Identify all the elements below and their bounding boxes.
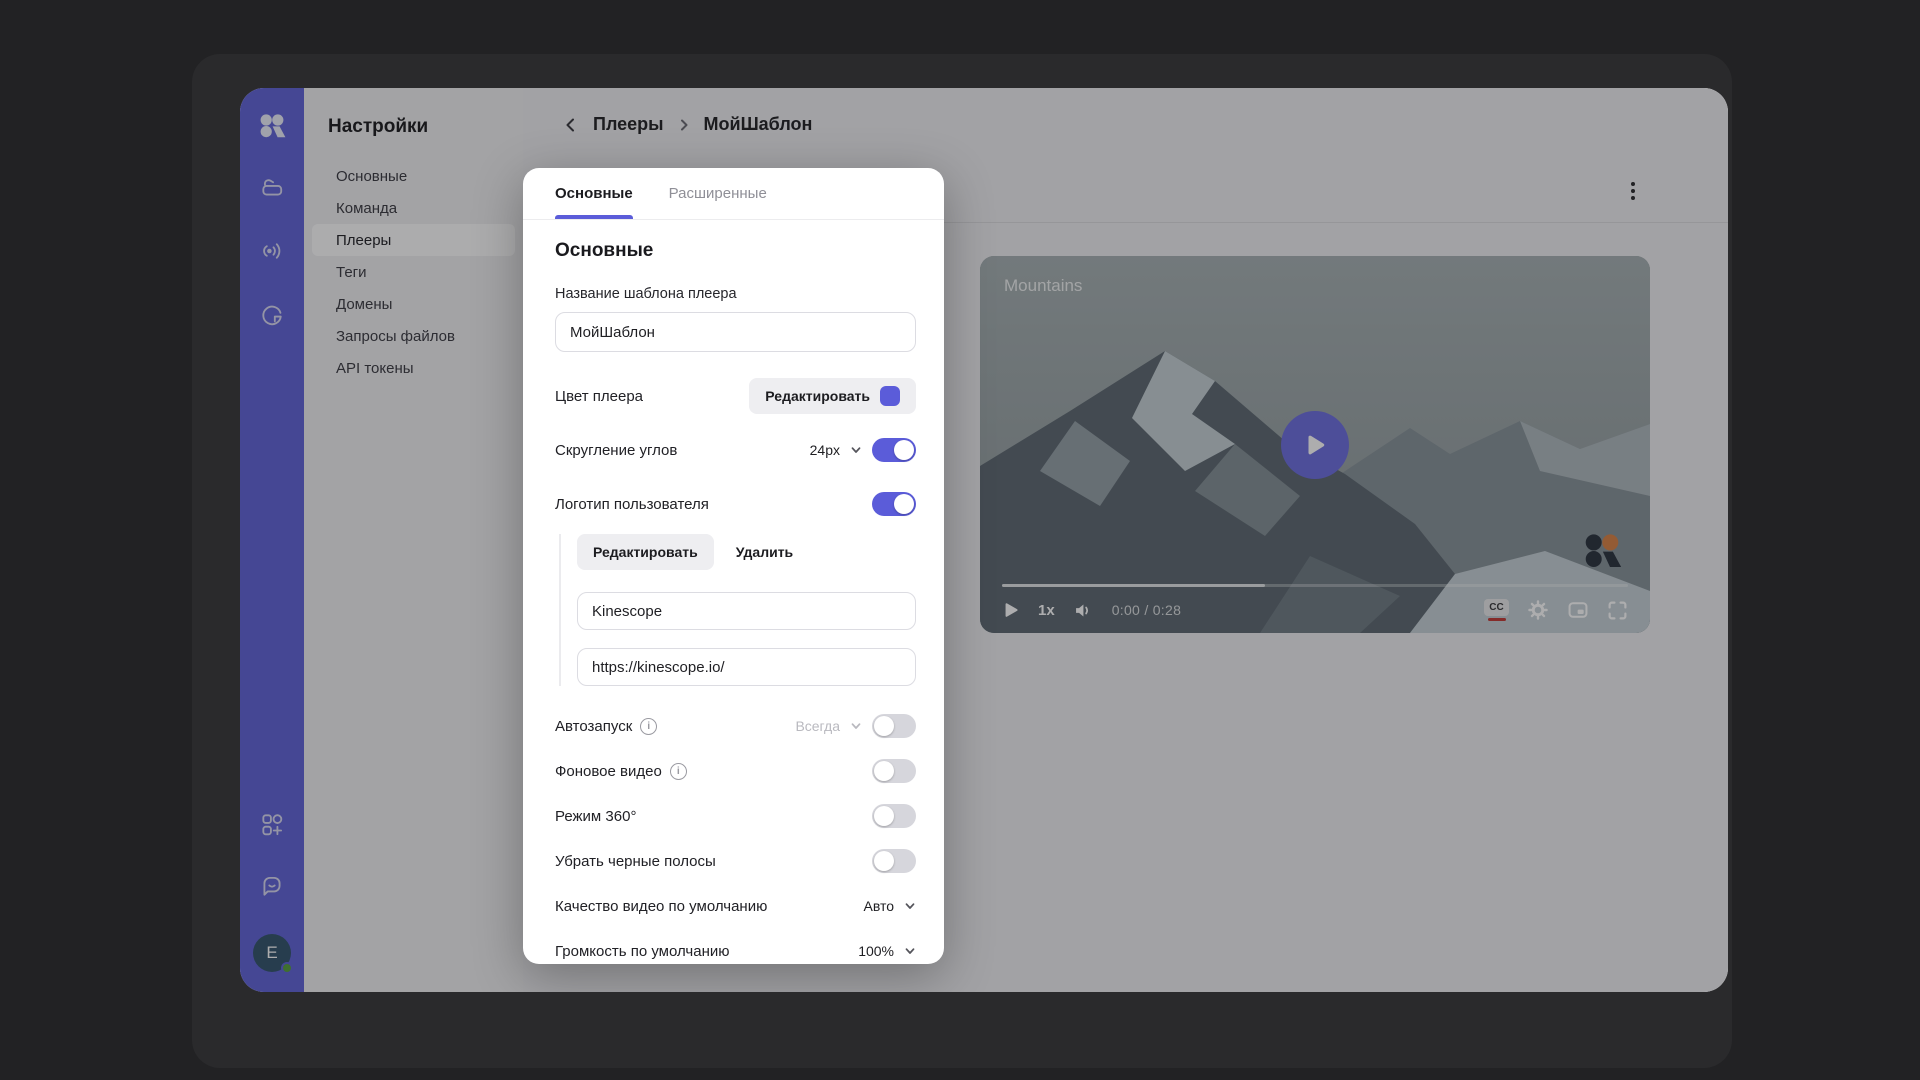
mode-360-row: Режим 360° xyxy=(555,802,916,830)
tab-osnovnye[interactable]: Основные xyxy=(555,168,633,219)
autoplay-value: Всегда xyxy=(795,718,840,734)
logo-url-input[interactable] xyxy=(577,648,916,686)
info-icon[interactable]: i xyxy=(670,763,687,780)
modal-backdrop[interactable] xyxy=(240,88,1728,992)
default-quality-label: Качество видео по умолчанию xyxy=(555,898,767,915)
remove-black-bars-toggle[interactable] xyxy=(872,849,916,873)
chevron-down-icon xyxy=(850,720,862,732)
mode-360-label: Режим 360° xyxy=(555,808,636,825)
tab-rasshirennye[interactable]: Расширенные xyxy=(669,168,767,219)
section-title: Основные xyxy=(555,240,916,262)
default-volume-dropdown[interactable]: 100% xyxy=(858,943,916,959)
info-icon[interactable]: i xyxy=(640,718,657,735)
player-color-label: Цвет плеера xyxy=(555,388,643,405)
background-video-row: Фоновое видео i xyxy=(555,757,916,785)
logo-name-input[interactable] xyxy=(577,592,916,630)
user-logo-settings: Редактировать Удалить xyxy=(559,534,916,686)
default-quality-value: Авто xyxy=(863,898,894,914)
corner-radius-label: Скругление углов xyxy=(555,442,677,459)
color-swatch[interactable] xyxy=(880,386,900,406)
logo-delete-button[interactable]: Удалить xyxy=(720,534,809,570)
user-logo-toggle[interactable] xyxy=(872,492,916,516)
mode-360-toggle[interactable] xyxy=(872,804,916,828)
user-logo-label: Логотип пользователя xyxy=(555,496,709,513)
app-window: E Настройки Основные Команда Плееры Теги… xyxy=(240,88,1728,992)
autoplay-toggle[interactable] xyxy=(872,714,916,738)
logo-edit-button[interactable]: Редактировать xyxy=(577,534,714,570)
remove-black-bars-row: Убрать черные полосы xyxy=(555,847,916,875)
corner-radius-toggle[interactable] xyxy=(872,438,916,462)
player-color-row: Цвет плеера Редактировать xyxy=(555,378,916,414)
background-video-label: Фоновое видео xyxy=(555,763,662,780)
edit-color-button[interactable]: Редактировать xyxy=(749,378,916,414)
default-volume-value: 100% xyxy=(858,943,894,959)
chevron-down-icon xyxy=(904,900,916,912)
default-quality-dropdown[interactable]: Авто xyxy=(863,898,916,914)
autoplay-label: Автозапуск xyxy=(555,718,632,735)
player-template-modal: Основные Расширенные Основные Название ш… xyxy=(523,168,944,964)
modal-tabs: Основные Расширенные xyxy=(523,168,944,220)
template-name-input[interactable] xyxy=(555,312,916,352)
remove-black-bars-label: Убрать черные полосы xyxy=(555,853,716,870)
autoplay-row: Автозапуск i Всегда xyxy=(555,712,916,740)
default-volume-label: Громкость по умолчанию xyxy=(555,943,730,960)
corner-radius-row: Скругление углов 24px xyxy=(555,436,916,464)
default-volume-row: Громкость по умолчанию 100% xyxy=(555,937,916,964)
chevron-down-icon[interactable] xyxy=(850,444,862,456)
template-name-label: Название шаблона плеера xyxy=(555,286,916,302)
user-logo-row: Логотип пользователя xyxy=(555,490,916,518)
chevron-down-icon xyxy=(904,945,916,957)
background-video-toggle[interactable] xyxy=(872,759,916,783)
default-quality-row: Качество видео по умолчанию Авто xyxy=(555,892,916,920)
corner-radius-value[interactable]: 24px xyxy=(810,442,840,458)
